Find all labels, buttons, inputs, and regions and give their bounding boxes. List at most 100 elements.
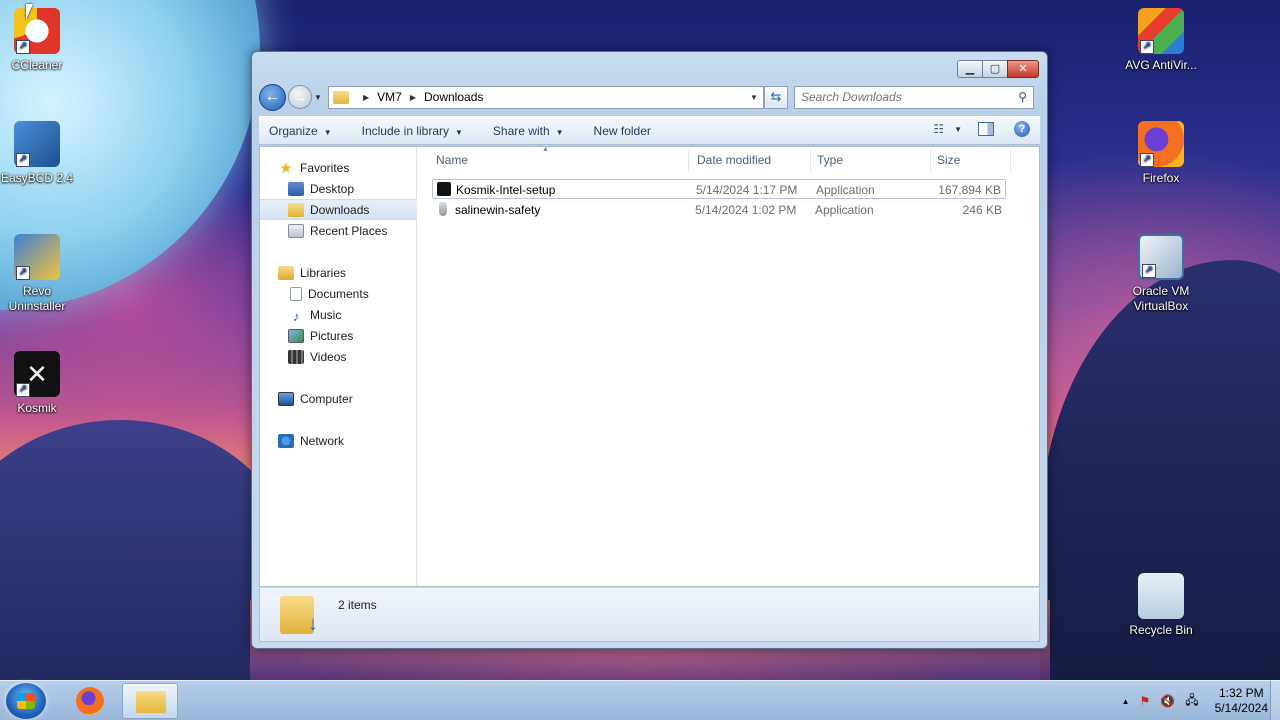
desktop-icon-virtualbox[interactable]: ↗ Oracle VM VirtualBox: [1119, 234, 1203, 314]
show-hidden-icons-icon[interactable]: ▲: [1122, 697, 1130, 706]
desktop-icon-firefox[interactable]: ↗ Firefox: [1119, 121, 1203, 186]
desktop-icon-label: Revo Uninstaller: [8, 284, 66, 313]
shortcut-arrow-icon: ↗: [16, 266, 30, 280]
share-with-button[interactable]: Share with ▼: [493, 124, 564, 138]
nav-recent-places[interactable]: Recent Places: [260, 220, 417, 241]
nav-pictures[interactable]: Pictures: [260, 325, 417, 346]
desktop-icon-easybcd[interactable]: ↗ EasyBCD 2.4: [0, 121, 79, 186]
nav-favorites[interactable]: ★ Favorites: [260, 157, 417, 178]
computer-icon: [278, 391, 294, 406]
action-center-flag-icon[interactable]: ⚑: [1140, 694, 1151, 708]
refresh-button[interactable]: ⇆: [764, 85, 788, 109]
new-folder-button[interactable]: New folder: [594, 124, 651, 138]
download-arrow-icon: ↓: [308, 613, 318, 635]
back-button[interactable]: ←: [259, 83, 286, 111]
arrow-right-icon: →: [293, 89, 307, 105]
recent-pages-dropdown[interactable]: ▼: [312, 93, 324, 102]
desktop-icon-label: Kosmik: [17, 401, 57, 415]
column-header: ▲ Name Date modified Type Size: [418, 146, 1039, 173]
nav-videos[interactable]: Videos: [260, 346, 417, 367]
help-icon[interactable]: ?: [1014, 121, 1030, 137]
nav-label: Pictures: [310, 328, 354, 343]
desktop-icon-recycle-bin[interactable]: Recycle Bin: [1119, 573, 1203, 638]
salinewin-icon: [439, 202, 447, 216]
organize-button[interactable]: Organize ▼: [269, 124, 332, 138]
breadcrumb-vm7[interactable]: VM7: [377, 90, 402, 104]
videos-icon: [288, 349, 304, 364]
column-separator[interactable]: [1010, 149, 1011, 171]
desktop-icon-label: CCleaner: [11, 58, 63, 72]
desktop-icon-revo-uninstaller[interactable]: ↗ Revo Uninstaller: [0, 234, 79, 314]
share-with-label: Share with: [492, 123, 550, 138]
desktop-icon-kosmik[interactable]: ✕ ↗ Kosmik: [0, 351, 79, 416]
column-type[interactable]: Type: [817, 153, 843, 167]
view-options-dropdown-icon[interactable]: ▼: [954, 125, 962, 134]
arrow-left-icon: ←: [264, 87, 281, 105]
show-desktop-button[interactable]: [1270, 681, 1280, 720]
include-in-library-button[interactable]: Include in library ▼: [362, 124, 463, 138]
desktop-icon-label: AVG AntiVir...: [1125, 58, 1197, 72]
file-row[interactable]: Kosmik-Intel-setup 5/14/2024 1:17 PM App…: [432, 179, 1006, 199]
address-bar[interactable]: ▶ VM7 ▶ Downloads ▼: [328, 85, 764, 109]
file-date: 5/14/2024 1:02 PM: [695, 203, 797, 217]
nav-documents[interactable]: Documents: [260, 283, 417, 304]
firefox-icon: ↗: [1138, 121, 1184, 167]
column-separator[interactable]: [688, 149, 689, 171]
nav-computer[interactable]: Computer: [260, 388, 417, 409]
file-name: Kosmik-Intel-setup: [456, 183, 556, 197]
nav-music[interactable]: ♪ Music: [260, 304, 417, 325]
mouse-cursor-icon: [26, 4, 40, 20]
caption-buttons: ▁ ▢ ✕: [957, 60, 1039, 78]
breadcrumb-separator-icon[interactable]: ▶: [410, 93, 416, 102]
search-icon[interactable]: ⚲: [1018, 90, 1027, 104]
shortcut-arrow-icon: ↗: [16, 153, 30, 167]
desktop-icon-label: Firefox: [1142, 171, 1180, 185]
search-box[interactable]: ⚲: [794, 85, 1034, 109]
clock[interactable]: 1:32 PM 5/14/2024: [1215, 686, 1268, 716]
forward-button[interactable]: →: [288, 85, 312, 109]
taskbar-firefox[interactable]: [62, 683, 118, 719]
address-dropdown-icon[interactable]: ▼: [745, 93, 763, 102]
desktop-icon: [288, 181, 304, 196]
file-row[interactable]: salinewin-safety 5/14/2024 1:02 PM Appli…: [432, 200, 1006, 220]
nav-libraries[interactable]: Libraries: [260, 262, 417, 283]
column-separator[interactable]: [810, 149, 811, 171]
libraries-icon: [278, 265, 294, 280]
volume-muted-icon[interactable]: 🔇: [1160, 694, 1175, 708]
nav-downloads[interactable]: Downloads: [260, 199, 417, 220]
taskbar-explorer[interactable]: [122, 683, 178, 719]
close-button[interactable]: ✕: [1007, 60, 1039, 78]
column-separator[interactable]: [930, 149, 931, 171]
start-button[interactable]: [6, 683, 46, 719]
virtualbox-icon: ↗: [1138, 234, 1184, 280]
column-name[interactable]: Name: [436, 153, 468, 167]
nav-network[interactable]: Network: [260, 430, 417, 451]
column-size[interactable]: Size: [937, 153, 960, 167]
nav-label: Libraries: [300, 265, 347, 280]
file-size: 246 KB: [962, 203, 1002, 217]
search-input[interactable]: [801, 90, 1019, 104]
revo-icon: ↗: [14, 234, 60, 280]
desktop-icon-avg[interactable]: ↗ AVG AntiVir...: [1119, 8, 1203, 73]
nav-label: Downloads: [310, 202, 370, 217]
change-view-icon[interactable]: ☷: [933, 122, 944, 136]
breadcrumb-downloads[interactable]: Downloads: [424, 90, 483, 104]
pictures-icon: [288, 328, 304, 343]
column-date-modified[interactable]: Date modified: [697, 153, 771, 167]
network-status-icon[interactable]: 🖧: [1185, 691, 1198, 712]
minimize-button[interactable]: ▁: [957, 60, 983, 78]
windows-logo-icon: [17, 693, 35, 709]
nav-desktop[interactable]: Desktop: [260, 178, 417, 199]
kosmik-setup-icon: [437, 182, 451, 196]
explorer-window[interactable]: ▁ ▢ ✕ ← → ▼ ▶ VM7 ▶ Downloads ▼ ⇆ ⚲ Orga…: [251, 51, 1048, 649]
shortcut-arrow-icon: ↗: [1140, 40, 1154, 54]
maximize-button[interactable]: ▢: [982, 60, 1008, 78]
chevron-down-icon: ▼: [455, 127, 463, 137]
recent-places-icon: [288, 223, 304, 238]
easybcd-icon: ↗: [14, 121, 60, 167]
preview-pane-icon[interactable]: [978, 122, 994, 136]
shortcut-arrow-icon: ↗: [1142, 264, 1156, 278]
shortcut-arrow-icon: ↗: [16, 40, 30, 54]
breadcrumb-separator-icon[interactable]: ▶: [363, 93, 369, 102]
clock-date: 5/14/2024: [1214, 701, 1268, 715]
